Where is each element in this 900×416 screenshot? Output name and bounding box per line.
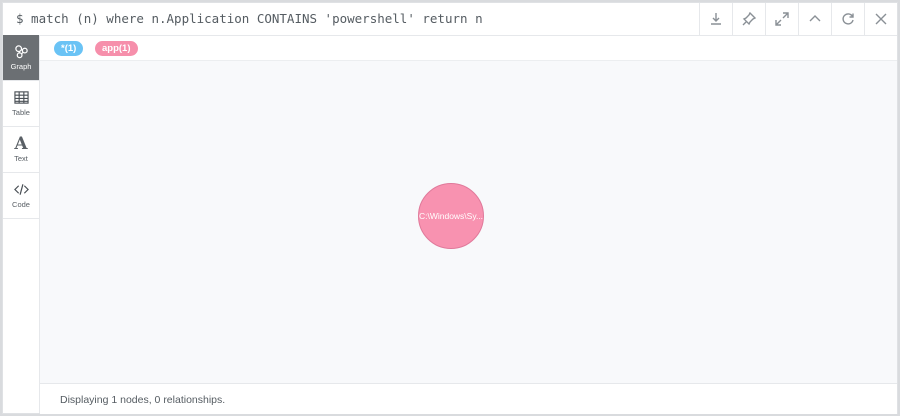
legend-label-app[interactable]: app(1)	[95, 41, 138, 56]
collapse-icon	[809, 15, 821, 22]
query-bar: $ match (n) where n.Application CONTAINS…	[3, 3, 897, 36]
rerun-button[interactable]	[831, 3, 864, 35]
text-icon: A	[14, 134, 28, 154]
table-icon	[13, 91, 29, 104]
close-button[interactable]	[864, 3, 897, 35]
pin-button[interactable]	[732, 3, 765, 35]
sidebar-item-label: Table	[12, 108, 30, 117]
sidebar-item-code[interactable]: Code	[3, 173, 39, 219]
view-sidebar: Graph Table A Text Code	[3, 35, 40, 413]
sidebar-item-label: Text	[14, 154, 28, 163]
fullscreen-button[interactable]	[765, 3, 798, 35]
query-text[interactable]: $ match (n) where n.Application CONTAINS…	[16, 11, 483, 26]
legend-bar: *(1) app(1)	[40, 36, 897, 61]
sidebar-item-label: Graph	[10, 62, 32, 71]
expand-icon	[775, 12, 789, 26]
download-icon	[711, 13, 721, 25]
legend-all-nodes[interactable]: *(1)	[54, 41, 84, 56]
sidebar-item-graph[interactable]: Graph	[3, 35, 39, 81]
graph-icon	[14, 45, 28, 59]
graph-node[interactable]: C:\Windows\Sy...	[418, 183, 484, 249]
rerun-icon	[842, 13, 854, 25]
pin-icon	[742, 12, 756, 26]
sidebar-item-label: Code	[12, 200, 30, 209]
graph-canvas[interactable]: C:\Windows\Sy...	[40, 61, 897, 383]
code-icon	[13, 184, 29, 195]
sidebar-item-text[interactable]: A Text	[3, 127, 39, 173]
result-frame: $ match (n) where n.Application CONTAINS…	[2, 2, 898, 414]
node-caption: C:\Windows\Sy...	[418, 211, 484, 221]
collapse-button[interactable]	[798, 3, 831, 35]
status-bar: Displaying 1 nodes, 0 relationships.	[40, 383, 897, 414]
status-text: Displaying 1 nodes, 0 relationships.	[60, 394, 226, 406]
close-icon	[875, 13, 887, 25]
download-button[interactable]	[699, 3, 732, 35]
sidebar-item-table[interactable]: Table	[3, 81, 39, 127]
frame-toolbar	[699, 3, 897, 35]
